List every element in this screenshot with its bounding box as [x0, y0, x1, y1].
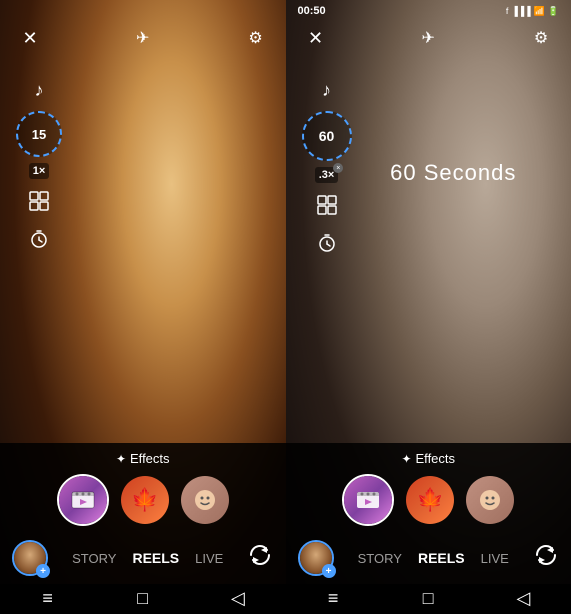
right-status-icons: f ▐▐▐ 📶 🔋	[506, 6, 559, 17]
right-nav-menu[interactable]: ≡	[313, 588, 353, 608]
left-effect-leaf-bg: 🍁	[121, 476, 169, 524]
left-panel: ✕ ✈ ⚙ ♪ 15 1× ✦	[0, 0, 286, 614]
left-speed-badge[interactable]: 1×	[29, 163, 50, 179]
left-tab-reels[interactable]: REELS	[132, 550, 179, 566]
left-tabs-center: STORY REELS LIVE	[72, 550, 223, 566]
right-tab-live[interactable]: LIVE	[481, 551, 509, 566]
left-effects-label[interactable]: Effects	[130, 451, 170, 466]
right-nav-bar: ≡ □ ◁	[286, 584, 571, 614]
left-nav-bar: ≡ □ ◁	[0, 584, 286, 614]
left-nav-menu[interactable]: ≡	[28, 588, 68, 608]
left-timer-tool[interactable]	[23, 223, 55, 255]
left-effect-reel-bg	[59, 476, 107, 524]
right-signal-icon: ▐▐▐	[511, 6, 530, 16]
left-timer-circle[interactable]: 15	[16, 111, 62, 157]
left-effect-face[interactable]	[181, 476, 229, 524]
right-effects-icons: 🍁	[286, 470, 571, 534]
right-avatar-plus: +	[322, 564, 336, 578]
right-panel: 00:50 f ▐▐▐ 📶 🔋 ✕ ✈ ⚙ ♪ 60 .3× ×	[286, 0, 571, 614]
right-grid-tool[interactable]	[311, 189, 343, 221]
right-reel-icon	[354, 486, 382, 514]
right-clock-icon	[316, 232, 338, 254]
left-settings-button[interactable]: ⚙	[242, 24, 270, 52]
right-settings-button[interactable]: ⚙	[527, 24, 555, 52]
left-flip-icon	[247, 542, 273, 568]
right-effects-label[interactable]: Effects	[416, 451, 456, 466]
left-effect-leaf[interactable]: 🍁	[121, 476, 169, 524]
right-grid-icon	[316, 194, 338, 216]
right-tab-reels[interactable]: REELS	[418, 550, 465, 566]
right-status-bar: 00:50 f ▐▐▐ 📶 🔋	[286, 0, 571, 22]
right-nav-back[interactable]: ◁	[503, 588, 543, 608]
right-tabs-center: STORY REELS LIVE	[358, 550, 509, 566]
right-effect-reel[interactable]	[342, 474, 394, 526]
left-flash-button[interactable]: ✈	[129, 24, 157, 52]
right-flash-button[interactable]: ✈	[414, 24, 442, 52]
left-effect-face-bg	[181, 476, 229, 524]
right-close-button[interactable]: ✕	[302, 24, 330, 52]
left-tab-story[interactable]: STORY	[72, 551, 116, 566]
left-nav-back[interactable]: ◁	[218, 588, 258, 608]
right-top-controls: ✕ ✈ ⚙	[286, 24, 571, 52]
left-effect-reel[interactable]	[57, 474, 109, 526]
right-effect-leaf[interactable]: 🍁	[406, 476, 454, 524]
left-bottom-area: ✦ Effects 🍁	[0, 443, 286, 614]
right-seconds-label: 60 Seconds	[286, 160, 571, 186]
right-timer-value: 60	[319, 128, 335, 144]
left-sparkle-icon: ✦	[116, 452, 126, 466]
right-status-time: 00:50	[298, 5, 326, 17]
right-effects-row: ✦ Effects	[286, 443, 571, 470]
right-bottom-area: ✦ Effects 🍁	[286, 443, 571, 614]
left-flip-camera[interactable]	[247, 542, 273, 574]
left-side-controls: ♪ 15 1×	[16, 80, 62, 255]
right-avatar-container: +	[298, 540, 334, 576]
right-effect-face[interactable]	[466, 476, 514, 524]
right-effect-leaf-bg: 🍁	[406, 476, 454, 524]
right-face-icon	[478, 488, 502, 512]
right-music-icon[interactable]: ♪	[322, 80, 331, 101]
left-timer-value: 15	[32, 127, 46, 142]
left-grid-tool[interactable]	[23, 185, 55, 217]
left-top-controls: ✕ ✈ ⚙	[0, 24, 286, 52]
right-flip-icon	[533, 542, 559, 568]
right-fb-icon: f	[506, 6, 509, 16]
right-sparkle-icon: ✦	[401, 452, 411, 466]
left-effects-row: ✦ Effects	[0, 443, 286, 470]
left-nav-home[interactable]: □	[123, 588, 163, 608]
left-mode-tabs: + STORY REELS LIVE	[0, 534, 286, 584]
left-clock-icon	[28, 228, 50, 250]
right-timer-tool[interactable]	[311, 227, 343, 259]
right-effect-reel-bg	[344, 476, 392, 524]
right-flip-camera[interactable]	[533, 542, 559, 574]
right-wifi-icon: 📶	[534, 6, 545, 17]
left-avatar-container: +	[12, 540, 48, 576]
right-timer-circle[interactable]: 60	[302, 111, 352, 161]
left-avatar-plus: +	[36, 564, 50, 578]
right-nav-home[interactable]: □	[408, 588, 448, 608]
left-tab-live[interactable]: LIVE	[195, 551, 223, 566]
left-close-button[interactable]: ✕	[16, 24, 44, 52]
reel-icon	[69, 486, 97, 514]
left-effects-icons: 🍁	[0, 470, 286, 534]
right-mode-tabs: + STORY REELS LIVE	[286, 534, 571, 584]
face-icon	[193, 488, 217, 512]
right-tab-story[interactable]: STORY	[358, 551, 402, 566]
right-battery-icon: 🔋	[548, 6, 559, 17]
left-grid-icon	[28, 190, 50, 212]
right-effect-face-bg	[466, 476, 514, 524]
left-music-icon[interactable]: ♪	[35, 80, 44, 101]
